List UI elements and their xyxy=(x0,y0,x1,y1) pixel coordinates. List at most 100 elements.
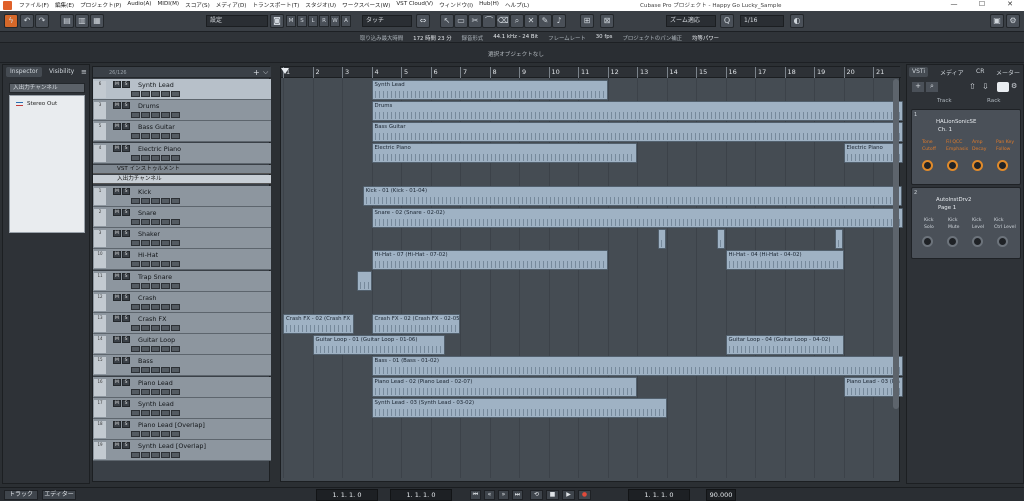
stereo-out-item[interactable]: Stereo Out xyxy=(16,101,57,107)
monitor-button[interactable] xyxy=(131,240,140,247)
solo-state-button[interactable]: S xyxy=(297,15,307,27)
monitor-button[interactable] xyxy=(131,282,140,289)
channel-selector[interactable]: 入出力チャンネル xyxy=(9,83,85,93)
maximize-button[interactable]: ☐ xyxy=(968,0,996,11)
color-icon[interactable]: ◐ xyxy=(790,14,804,28)
range-tool-icon[interactable]: ▭ xyxy=(454,14,468,28)
track-name[interactable]: Synth Lead xyxy=(138,400,174,408)
track-name[interactable]: Piano Lead xyxy=(138,379,173,387)
edit-button[interactable] xyxy=(171,367,180,374)
activate-project-icon[interactable]: ϟ xyxy=(4,14,18,28)
write-button[interactable] xyxy=(161,282,170,289)
track-header[interactable]: 3 M S Shaker xyxy=(93,228,271,250)
audio-event[interactable]: Crash FX - 02 (Crash FX - 02-05) xyxy=(371,313,460,334)
audio-event[interactable] xyxy=(657,228,667,249)
track-name[interactable]: Electric Piano xyxy=(138,145,181,153)
mute-button[interactable]: M xyxy=(113,144,121,152)
track-name[interactable]: Shaker xyxy=(138,230,160,238)
record-enable-button[interactable] xyxy=(141,112,150,119)
mute-button[interactable]: M xyxy=(113,272,121,280)
write-button[interactable] xyxy=(161,452,170,459)
read-button[interactable] xyxy=(151,133,160,140)
left-locator-display[interactable]: 1. 1. 1. 0 xyxy=(316,489,378,501)
add-track-icon[interactable]: + xyxy=(253,68,260,77)
monitor-button[interactable] xyxy=(131,346,140,353)
instrument-name[interactable]: AutoInstDrv2 xyxy=(936,197,971,203)
quick-control-knob[interactable] xyxy=(922,236,933,247)
stop-icon[interactable]: ■ xyxy=(546,490,559,500)
draw-tool-icon[interactable]: ✎ xyxy=(538,14,552,28)
edit-button[interactable] xyxy=(171,112,180,119)
edit-button[interactable] xyxy=(171,452,180,459)
audio-event[interactable]: Guitar Loop - 01 (Guitar Loop - 01-06) xyxy=(312,334,446,355)
record-enable-button[interactable] xyxy=(141,154,150,161)
menu-studio[interactable]: スタジオ(U) xyxy=(302,1,339,9)
monitor-button[interactable] xyxy=(131,154,140,161)
menu-transport[interactable]: トランスポート(T) xyxy=(249,1,302,9)
write-button[interactable] xyxy=(161,367,170,374)
rack-settings-icon[interactable]: ⚙ xyxy=(1011,82,1017,90)
track-column-label[interactable]: Track xyxy=(937,98,952,104)
write-button[interactable] xyxy=(161,133,170,140)
record-enable-button[interactable] xyxy=(141,388,150,395)
cycle-icon[interactable]: ⟲ xyxy=(530,490,543,500)
edit-button[interactable] xyxy=(171,325,180,331)
write-button[interactable] xyxy=(161,325,170,331)
audio-event[interactable]: Hi-Hat - 04 (Hi-Hat - 04-02) xyxy=(725,249,844,270)
solo-button[interactable]: S xyxy=(122,272,130,280)
edit-button[interactable] xyxy=(171,303,180,310)
track-name[interactable]: Piano Lead [Overlap] xyxy=(138,421,205,429)
menu-workspace[interactable]: ワークスペース(W) xyxy=(339,1,393,9)
menu-icon[interactable]: ≡ xyxy=(81,68,87,76)
write-button[interactable] xyxy=(161,303,170,310)
solo-button[interactable]: S xyxy=(122,102,130,110)
folder-io-channels[interactable]: 入出力チャンネル xyxy=(93,174,271,184)
write-button[interactable] xyxy=(161,112,170,119)
playhead-marker[interactable] xyxy=(281,68,289,74)
write-button[interactable] xyxy=(161,91,170,97)
record-enable-button[interactable] xyxy=(141,219,150,225)
track-name[interactable]: Bass xyxy=(138,357,153,365)
audio-event[interactable]: Bass - 01 (Bass - 01-02) xyxy=(371,355,903,376)
audio-event[interactable]: Synth Lead - 03 (Synth Lead - 03-02) xyxy=(371,398,667,419)
automation-mode-select[interactable]: タッチ xyxy=(362,15,412,27)
monitor-button[interactable] xyxy=(131,197,140,204)
menu-project[interactable]: プロジェクト(P) xyxy=(77,1,124,9)
quantize-select[interactable]: 1/16 xyxy=(740,15,784,27)
solo-button[interactable]: S xyxy=(122,230,130,238)
mute-button[interactable]: M xyxy=(113,442,121,450)
preset-select[interactable]: 設定 xyxy=(206,15,268,27)
write-button[interactable] xyxy=(161,409,170,416)
ruler[interactable]: 1 2 3 4 5 6 7 8 9 10 11 12 13 14 15 16 17 18 19 20 21 xyxy=(281,67,901,78)
track-header[interactable]: 12 M S Crash xyxy=(93,291,271,313)
read-button[interactable] xyxy=(151,154,160,161)
audio-event[interactable] xyxy=(356,271,372,292)
read-button[interactable] xyxy=(151,240,160,247)
record-enable-button[interactable] xyxy=(141,282,150,289)
monitor-button[interactable] xyxy=(131,91,140,97)
instrument-slot-2[interactable]: 2 AutoInstDrv2 Page 1 Kick Solo Kick Mut… xyxy=(911,187,1021,259)
zoom-tool-icon[interactable]: ⌕ xyxy=(510,14,524,28)
minimize-button[interactable]: — xyxy=(940,0,968,11)
monitor-button[interactable] xyxy=(131,388,140,395)
add-instrument-icon[interactable]: + xyxy=(912,82,924,92)
position-display[interactable]: 1. 1. 1. 0 xyxy=(628,489,690,501)
go-to-start-icon[interactable]: ⏮ xyxy=(470,490,481,500)
track-name[interactable]: Crash FX xyxy=(138,315,166,323)
mute-button[interactable]: M xyxy=(113,123,121,131)
tab-vsti[interactable]: VSTi xyxy=(909,67,929,77)
track-header[interactable]: 10 M S Hi-Hat xyxy=(93,249,271,271)
record-icon[interactable]: ● xyxy=(578,490,591,500)
record-enable-button[interactable] xyxy=(141,346,150,353)
track-list-menu-icon[interactable]: ⌵ xyxy=(263,68,268,77)
audio-event[interactable]: Guitar Loop - 04 (Guitar Loop - 04-02) xyxy=(725,334,844,355)
track-name[interactable]: Kick xyxy=(138,188,151,196)
menu-score[interactable]: スコア(S) xyxy=(182,1,213,9)
format-value[interactable]: 44.1 kHz - 24 Bit xyxy=(493,34,538,42)
tab-track[interactable]: トラック xyxy=(4,490,38,500)
quick-control-knob[interactable] xyxy=(972,236,983,247)
track-header[interactable]: 16 M S Piano Lead xyxy=(93,376,271,398)
solo-button[interactable]: S xyxy=(122,144,130,152)
edit-button[interactable] xyxy=(171,388,180,395)
read-button[interactable] xyxy=(151,303,160,310)
